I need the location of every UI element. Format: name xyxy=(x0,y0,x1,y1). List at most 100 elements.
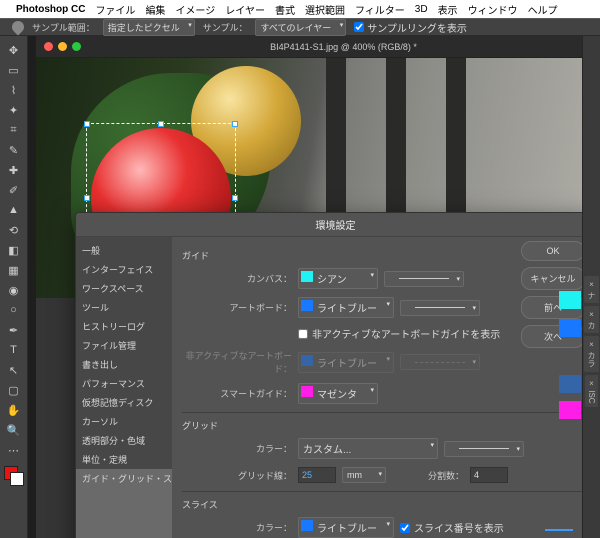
side-units[interactable]: 単位・定規 xyxy=(76,450,172,469)
system-menubar: Photoshop CC ファイル 編集 イメージ レイヤー 書式 選択範囲 フ… xyxy=(0,0,600,18)
eyedropper-icon[interactable] xyxy=(10,19,27,36)
side-cursor[interactable]: カーソル xyxy=(76,412,172,431)
menu-type[interactable]: 書式 xyxy=(275,2,295,17)
edit-toolbar[interactable]: ⋯ xyxy=(3,440,25,460)
subdivisions-label: 分割数： xyxy=(428,469,464,482)
marquee-tool[interactable]: ▭ xyxy=(3,60,25,80)
move-tool[interactable]: ✥ xyxy=(3,40,25,60)
menu-3d[interactable]: 3D xyxy=(415,4,428,15)
sample-layers-select[interactable]: すべてのレイヤー xyxy=(255,19,346,36)
side-scratch[interactable]: 仮想記憶ディスク xyxy=(76,393,172,412)
collapsed-panels: × ナ × カ × カラ × ISC xyxy=(582,36,600,538)
canvas-preview-swatch[interactable] xyxy=(559,291,581,309)
menu-select[interactable]: 選択範囲 xyxy=(305,2,345,17)
sample-range-select[interactable]: 指定したピクセル xyxy=(103,19,195,36)
magic-wand-tool[interactable]: ✦ xyxy=(3,100,25,120)
inactive-artboard-label: 非アクティブなアートボード： xyxy=(182,349,292,375)
side-tools[interactable]: ツール xyxy=(76,298,172,317)
grid-section-label: グリッド xyxy=(182,419,585,432)
eyedropper-tool[interactable]: ✎ xyxy=(3,140,25,160)
gradient-tool[interactable]: ▦ xyxy=(3,260,25,280)
document-tab-bar: BI4P4141-S1.jpg @ 400% (RGB/8) * xyxy=(36,36,600,58)
side-interface[interactable]: インターフェイス xyxy=(76,260,172,279)
sample-range-label: サンプル範囲： xyxy=(32,21,95,34)
subdivisions-input[interactable] xyxy=(470,467,508,483)
healing-tool[interactable]: ✚ xyxy=(3,160,25,180)
smartguide-preview-swatch[interactable] xyxy=(559,401,581,419)
preferences-content: ガイド カンバス： シアン アートボード： ライトブルー 非アクティブなアートボ… xyxy=(172,237,595,538)
zoom-tool[interactable]: 🔍 xyxy=(3,420,25,440)
canvas-area: BI4P4141-S1.jpg @ 400% (RGB/8) * 環境設定 一般… xyxy=(28,36,600,538)
menu-edit[interactable]: 編集 xyxy=(145,2,165,17)
grid-style-select[interactable] xyxy=(444,441,524,457)
menu-view[interactable]: 表示 xyxy=(438,2,458,17)
artboard-preview-swatch[interactable] xyxy=(559,319,581,337)
lasso-tool[interactable]: ⌇ xyxy=(3,80,25,100)
stamp-tool[interactable]: ▲ xyxy=(3,200,25,220)
document-title: BI4P4141-S1.jpg @ 400% (RGB/8) * xyxy=(87,42,600,52)
side-history[interactable]: ヒストリーログ xyxy=(76,317,172,336)
tool-palette: ✥ ▭ ⌇ ✦ ⌗ ✎ ✚ ✐ ▲ ⟲ ◧ ▦ ◉ ○ ✒ T ↖ ▢ ✋ 🔍 … xyxy=(0,36,28,538)
artboard-style-select[interactable] xyxy=(400,300,480,316)
panel-tab-3[interactable]: × カラ xyxy=(584,336,599,371)
cancel-button[interactable]: キャンセル xyxy=(521,267,585,290)
app-name[interactable]: Photoshop CC xyxy=(16,4,85,15)
slice-section-label: スライス xyxy=(182,498,585,511)
hand-tool[interactable]: ✋ xyxy=(3,400,25,420)
color-swatches[interactable] xyxy=(4,466,24,486)
blur-tool[interactable]: ◉ xyxy=(3,280,25,300)
grid-color-select[interactable]: カスタム... xyxy=(298,438,438,459)
menu-window[interactable]: ウィンドウ xyxy=(468,2,518,17)
artboard-color-label: アートボード： xyxy=(182,301,292,314)
side-performance[interactable]: パフォーマンス xyxy=(76,374,172,393)
inactive-artboard-style-select xyxy=(400,354,480,370)
side-guides-grid-slices[interactable]: ガイド・グリッド・スライス xyxy=(76,469,172,538)
path-preview-swatch[interactable] xyxy=(545,529,573,531)
canvas-color-select[interactable]: シアン xyxy=(298,268,378,289)
slice-color-label: カラー： xyxy=(182,521,292,534)
sample-ring-checkbox[interactable]: サンプルリングを表示 xyxy=(354,20,467,35)
crop-tool[interactable]: ⌗ xyxy=(3,120,25,140)
pen-tool[interactable]: ✒ xyxy=(3,320,25,340)
shape-tool[interactable]: ▢ xyxy=(3,380,25,400)
panel-tab-4[interactable]: × ISC xyxy=(585,375,598,408)
inactive-artboard-color-select: ライトブルー xyxy=(298,352,394,373)
brush-tool[interactable]: ✐ xyxy=(3,180,25,200)
side-filehandling[interactable]: ファイル管理 xyxy=(76,336,172,355)
path-select-tool[interactable]: ↖ xyxy=(3,360,25,380)
gridline-unit-select[interactable]: mm xyxy=(342,467,386,483)
slice-color-select[interactable]: ライトブルー xyxy=(298,517,394,538)
preferences-sidebar: 一般 インターフェイス ワークスペース ツール ヒストリーログ ファイル管理 書… xyxy=(76,237,172,538)
side-general[interactable]: 一般 xyxy=(76,241,172,260)
slice-number-checkbox[interactable]: スライス番号を表示 xyxy=(400,520,504,535)
history-brush-tool[interactable]: ⟲ xyxy=(3,220,25,240)
menu-filter[interactable]: フィルター xyxy=(355,2,405,17)
options-bar: サンプル範囲： 指定したピクセル サンプル： すべてのレイヤー サンプルリングを… xyxy=(0,18,600,36)
artboard-color-select[interactable]: ライトブルー xyxy=(298,297,394,318)
preferences-dialog: 環境設定 一般 インターフェイス ワークスペース ツール ヒストリーログ ファイ… xyxy=(75,212,596,538)
menu-help[interactable]: ヘルプ xyxy=(528,2,558,17)
menu-file[interactable]: ファイル xyxy=(95,2,135,17)
ok-button[interactable]: OK xyxy=(521,241,585,261)
inactive-preview-swatch xyxy=(559,375,581,393)
menu-layer[interactable]: レイヤー xyxy=(225,2,265,17)
menu-image[interactable]: イメージ xyxy=(175,2,215,17)
canvas-color-label: カンバス： xyxy=(182,272,292,285)
gridline-label: グリッド線： xyxy=(182,469,292,482)
smartguide-color-select[interactable]: マゼンタ xyxy=(298,383,378,404)
dodge-tool[interactable]: ○ xyxy=(3,300,25,320)
panel-tab-1[interactable]: × ナ xyxy=(584,276,599,303)
sample-label: サンプル： xyxy=(203,21,248,34)
dialog-title: 環境設定 xyxy=(76,213,595,237)
type-tool[interactable]: T xyxy=(3,340,25,360)
panel-tab-2[interactable]: × カ xyxy=(584,306,599,333)
gridline-input[interactable] xyxy=(298,467,336,483)
side-export[interactable]: 書き出し xyxy=(76,355,172,374)
side-workspace[interactable]: ワークスペース xyxy=(76,279,172,298)
inactive-artboard-checkbox[interactable]: 非アクティブなアートボードガイドを表示 xyxy=(298,326,500,341)
traffic-lights[interactable] xyxy=(44,42,81,51)
canvas-style-select[interactable] xyxy=(384,271,464,287)
side-transparency[interactable]: 透明部分・色域 xyxy=(76,431,172,450)
grid-color-label: カラー： xyxy=(182,442,292,455)
eraser-tool[interactable]: ◧ xyxy=(3,240,25,260)
